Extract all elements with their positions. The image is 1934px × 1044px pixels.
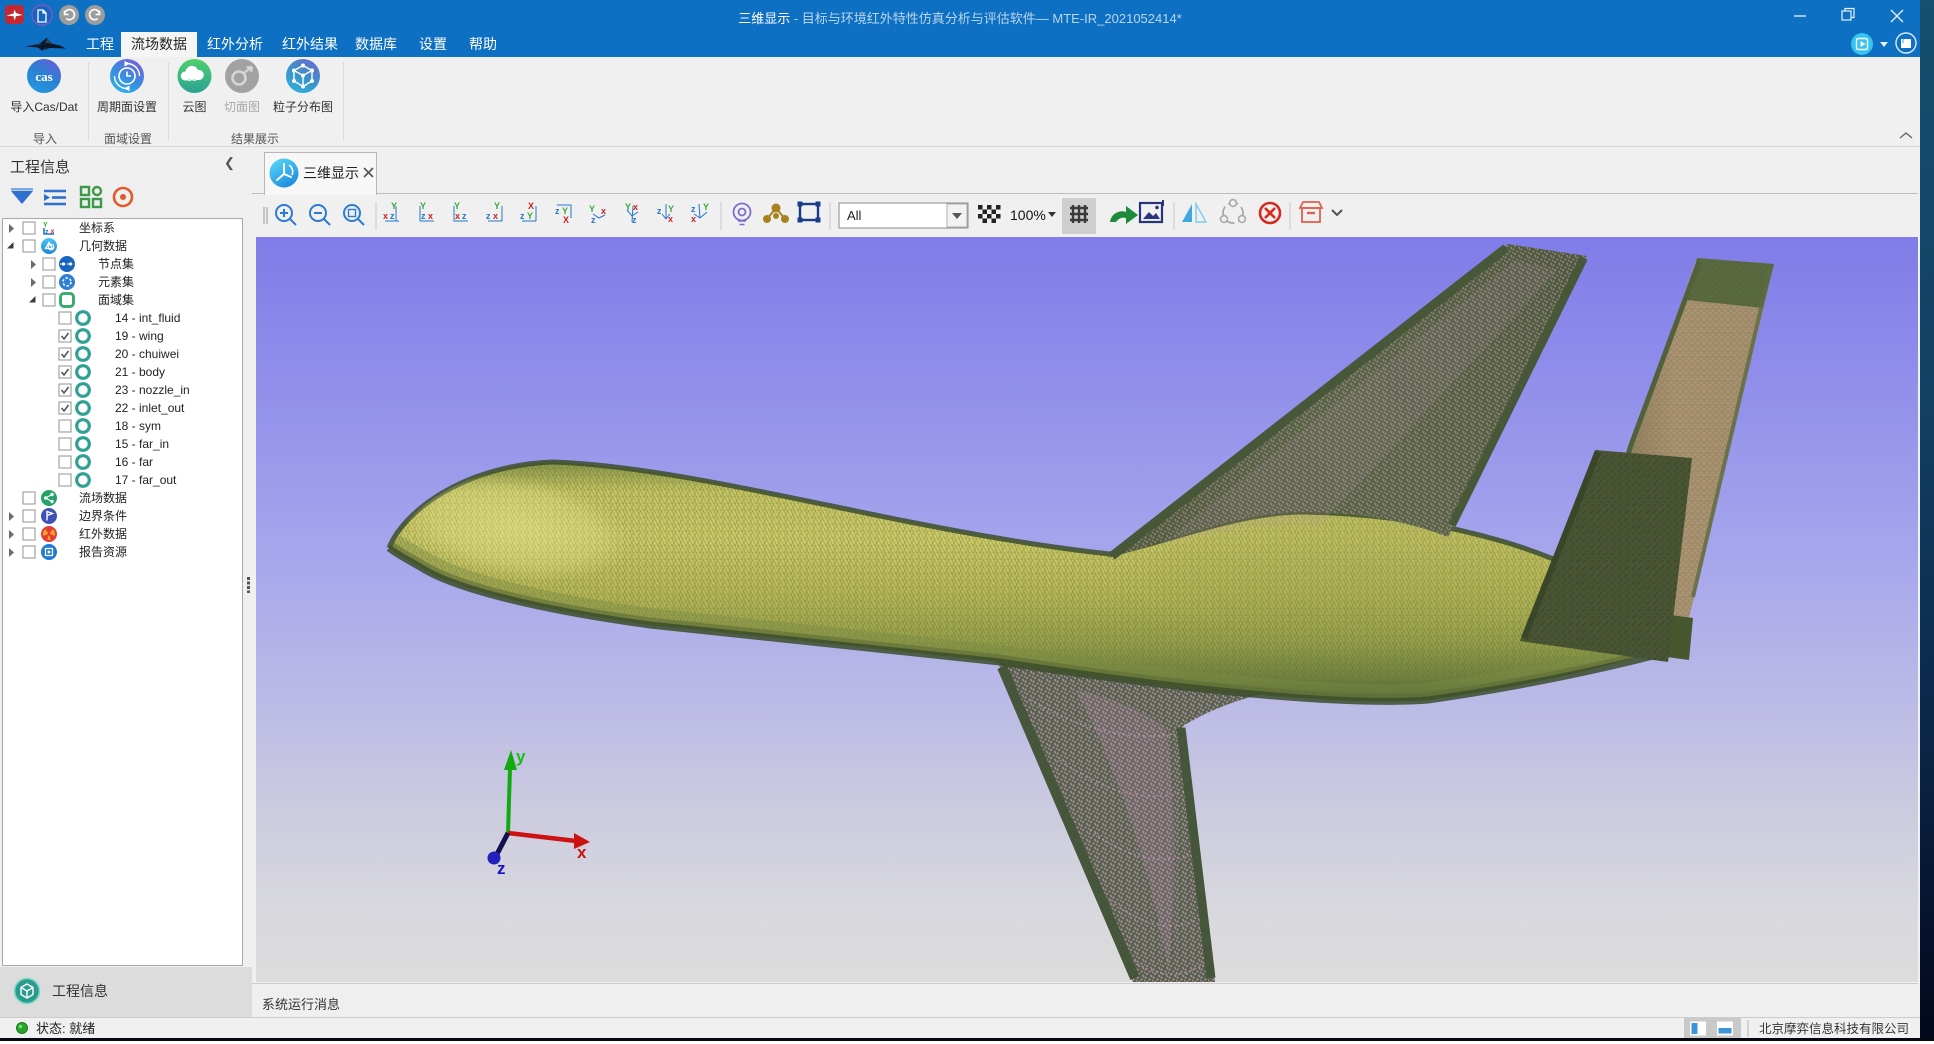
svg-text:工程信息: 工程信息 [52, 983, 108, 999]
svg-text:X: X [563, 215, 569, 225]
svg-text:20 - chuiwei: 20 - chuiwei [115, 347, 179, 361]
svg-text:Y: Y [43, 222, 48, 229]
svg-text:Y: Y [494, 201, 500, 211]
svg-text:x: x [428, 211, 433, 221]
svg-text:x: x [601, 206, 606, 216]
svg-text:元素集: 元素集 [98, 274, 134, 289]
svg-text:z: z [691, 204, 696, 214]
svg-text:流场数据: 流场数据 [79, 490, 127, 505]
svg-text:z: z [497, 859, 506, 878]
svg-text:Y: Y [420, 201, 426, 211]
svg-text:14 - int_fluid: 14 - int_fluid [115, 311, 180, 325]
svg-text:Y: Y [454, 201, 460, 211]
svg-text:坐标系: 坐标系 [79, 221, 115, 235]
svg-text:北京摩弈信息科技有限公司: 北京摩弈信息科技有限公司 [1759, 1021, 1909, 1036]
svg-text:红外数据: 红外数据 [79, 526, 127, 541]
svg-text:Y: Y [527, 211, 533, 221]
svg-text:z: z [591, 215, 596, 225]
svg-text:z: z [390, 211, 395, 221]
svg-text:23 - nozzle_in: 23 - nozzle_in [115, 383, 190, 397]
svg-text:x: x [668, 214, 673, 224]
svg-text:18 - sym: 18 - sym [115, 419, 161, 433]
svg-text:17 - far_out: 17 - far_out [115, 473, 177, 487]
svg-text:报告资源: 报告资源 [79, 544, 127, 559]
svg-text:几何数据: 几何数据 [79, 238, 127, 253]
svg-text:x: x [455, 211, 460, 221]
svg-text:Y: Y [589, 204, 595, 214]
svg-text:x: x [577, 843, 587, 862]
svg-text:x: x [493, 211, 498, 221]
svg-text:节点集: 节点集 [98, 256, 134, 271]
svg-text:Y: Y [703, 202, 709, 212]
svg-text:z: z [45, 229, 49, 236]
svg-text:z: z [421, 211, 426, 221]
svg-text:z: z [555, 206, 560, 216]
svg-text:z: z [657, 206, 662, 216]
svg-text:100%: 100% [1010, 207, 1046, 223]
svg-text:X: X [528, 201, 534, 211]
svg-text:16 - far: 16 - far [115, 455, 153, 469]
svg-text:状态: 就绪: 状态: 就绪 [36, 1021, 95, 1036]
svg-text:15 - far_in: 15 - far_in [115, 437, 169, 451]
svg-text:x: x [633, 202, 638, 212]
svg-text:y: y [516, 747, 526, 766]
svg-text:Y: Y [668, 204, 674, 214]
svg-text:z: z [462, 211, 467, 221]
svg-text:z: z [486, 211, 491, 221]
svg-text:cas: cas [35, 69, 52, 84]
svg-text:Y: Y [391, 201, 397, 211]
svg-text:x: x [51, 229, 55, 236]
svg-text:边界条件: 边界条件 [79, 509, 127, 523]
svg-text:19 - wing: 19 - wing [115, 329, 164, 343]
svg-text:22 - inlet_out: 22 - inlet_out [115, 401, 185, 415]
svg-text:z: z [520, 211, 525, 221]
svg-text:x: x [383, 211, 388, 221]
svg-text:x: x [691, 214, 696, 224]
svg-text:All: All [847, 208, 862, 223]
svg-text:z: z [632, 215, 637, 225]
svg-text:面域集: 面域集 [98, 292, 134, 307]
svg-text:三维显示: 三维显示 [303, 165, 359, 181]
svg-text:21 - body: 21 - body [115, 365, 165, 379]
